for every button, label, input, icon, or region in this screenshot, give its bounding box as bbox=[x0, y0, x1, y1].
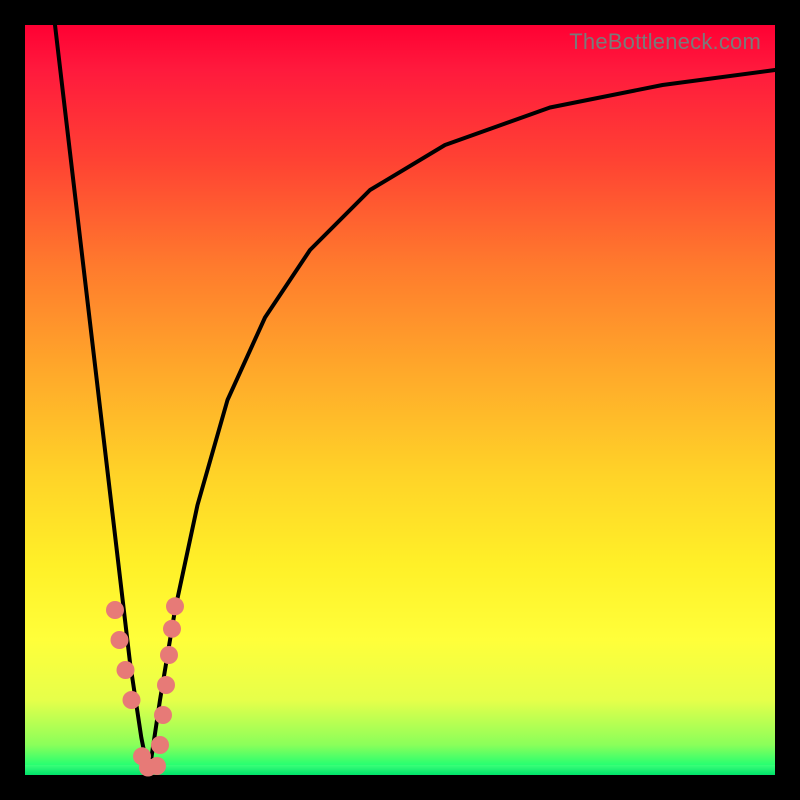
data-marker bbox=[151, 736, 169, 754]
data-marker bbox=[157, 676, 175, 694]
data-marker bbox=[111, 631, 129, 649]
data-marker bbox=[123, 691, 141, 709]
data-marker bbox=[160, 646, 178, 664]
chart-svg bbox=[25, 25, 775, 775]
data-marker bbox=[154, 706, 172, 724]
chart-frame: TheBottleneck.com bbox=[0, 0, 800, 800]
watermark-text: TheBottleneck.com bbox=[569, 29, 761, 55]
data-marker bbox=[166, 597, 184, 615]
chart-plot-area: TheBottleneck.com bbox=[25, 25, 775, 775]
data-markers bbox=[106, 597, 184, 776]
data-marker bbox=[148, 757, 166, 775]
data-marker bbox=[163, 620, 181, 638]
data-marker bbox=[117, 661, 135, 679]
curve-right-ascent bbox=[149, 70, 775, 775]
data-marker bbox=[106, 601, 124, 619]
curve-left-descent bbox=[55, 25, 149, 775]
